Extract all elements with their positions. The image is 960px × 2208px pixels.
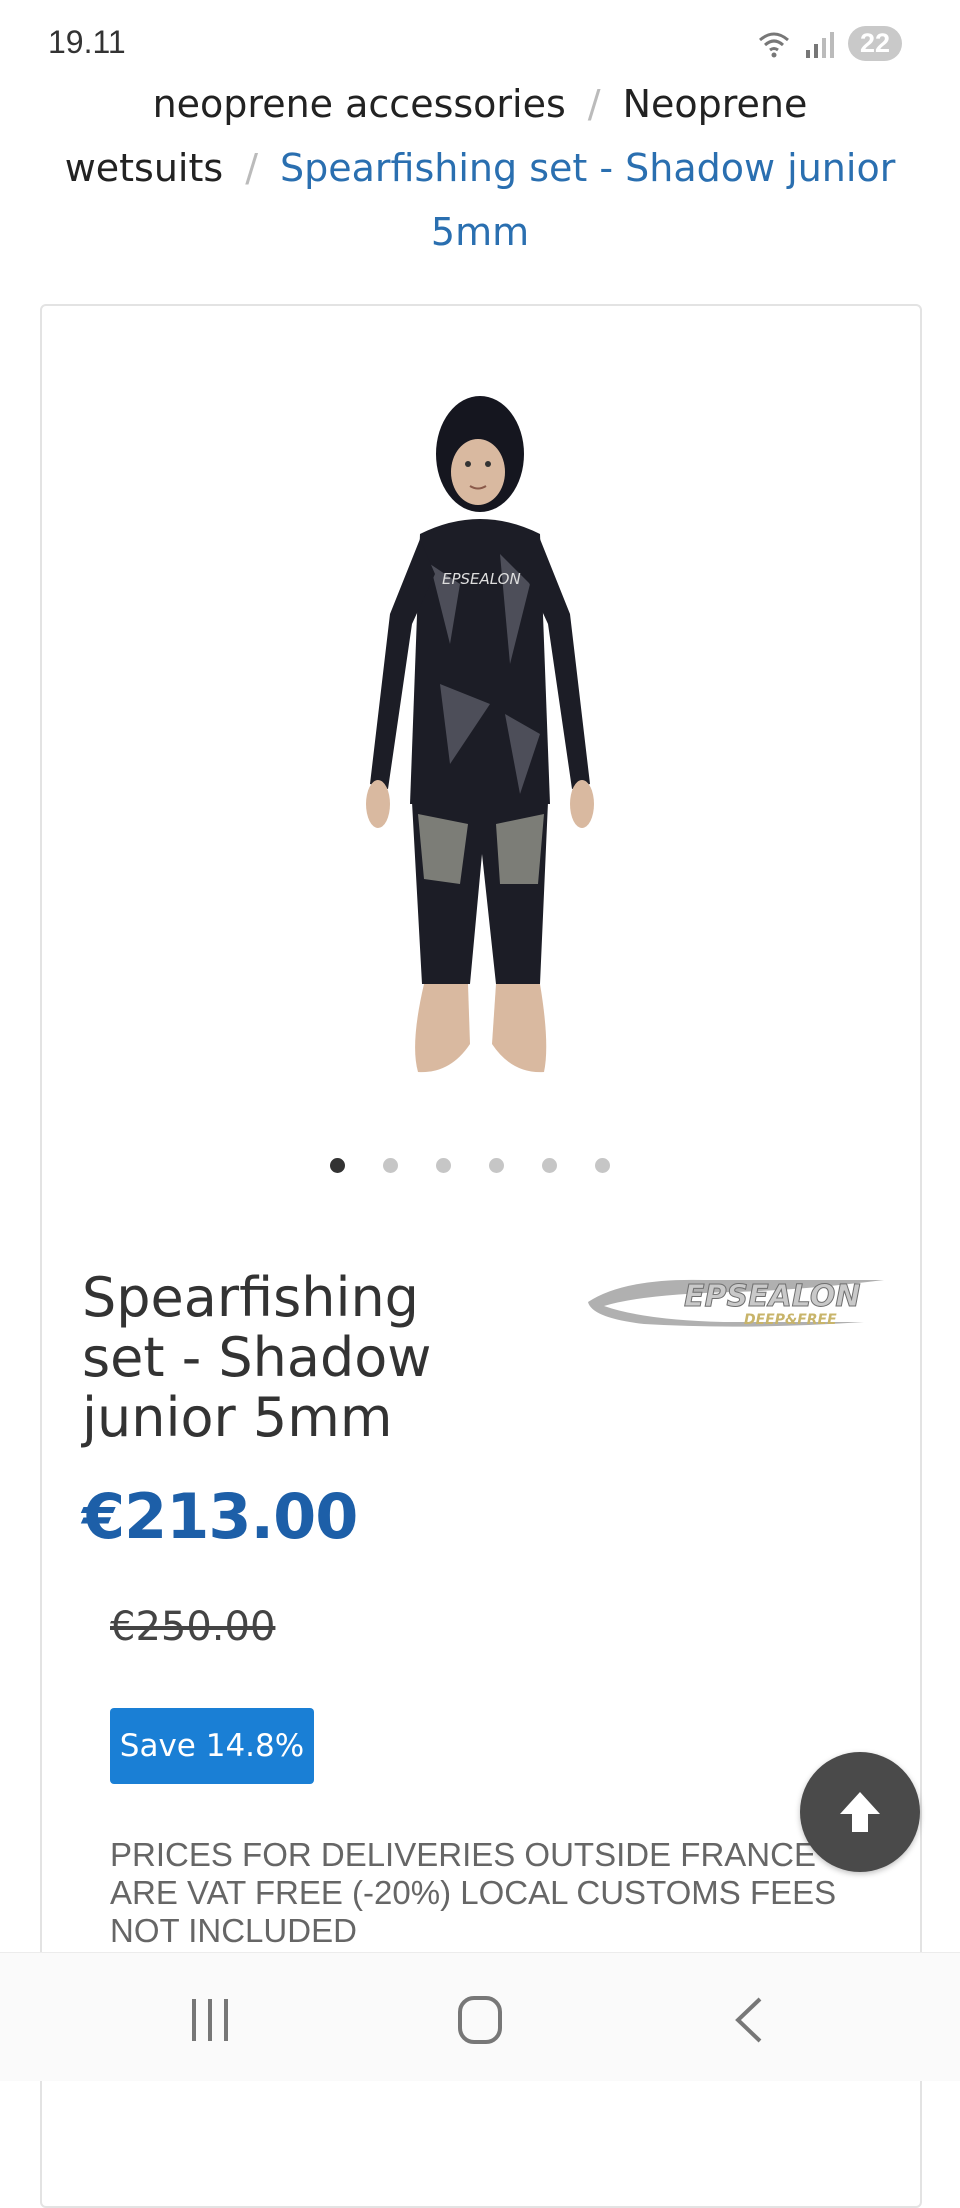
breadcrumb: neoprene accessories / Neoprene wetsuits / S…: [40, 72, 920, 264]
signal-icon: [805, 31, 834, 58]
battery-badge: 22: [847, 26, 902, 61]
back-icon[interactable]: [720, 1993, 780, 2047]
status-icons: 22: [756, 26, 902, 61]
carousel-dot[interactable]: [330, 1158, 345, 1173]
product-title: Spearfishing set - Shadow junior 5mm: [82, 1266, 432, 1449]
product-image[interactable]: EPSEALON: [300, 384, 660, 1104]
home-icon[interactable]: [450, 1993, 510, 2047]
carousel-dot[interactable]: [489, 1158, 504, 1173]
arrow-up-icon: [840, 1792, 880, 1832]
svg-text:EPSEALON: EPSEALON: [684, 1279, 860, 1314]
breadcrumb-link-accessories[interactable]: neoprene accessories: [153, 82, 566, 126]
system-nav-bar: [0, 1952, 960, 2081]
scroll-top-button[interactable]: [800, 1752, 920, 1872]
breadcrumb-separator: /: [587, 82, 601, 126]
vat-notice: Prices for deliveries outside France are…: [110, 1836, 837, 1949]
carousel-dot[interactable]: [383, 1158, 398, 1173]
wifi-icon: [758, 32, 789, 57]
carousel-dot[interactable]: [542, 1158, 557, 1173]
svg-text:EPSEALON: EPSEALON: [442, 570, 521, 588]
recent-apps-icon[interactable]: [180, 1993, 240, 2047]
breadcrumb-current: Spearfishing set - Shadow junior 5mm: [280, 146, 896, 254]
carousel-dot[interactable]: [436, 1158, 451, 1173]
carousel-dot[interactable]: [595, 1158, 610, 1173]
brand-logo[interactable]: EPSEALON DEEP&FREE: [584, 1272, 904, 1332]
status-time: 19.11: [48, 24, 126, 60]
svg-text:DEEP&FREE: DEEP&FREE: [744, 1312, 837, 1328]
breadcrumb-separator: /: [245, 146, 258, 190]
save-badge: Save 14.8%: [110, 1708, 314, 1784]
old-price: €250.00: [110, 1604, 276, 1650]
carousel-dots: [330, 1158, 610, 1173]
product-price: €213.00: [82, 1480, 358, 1553]
